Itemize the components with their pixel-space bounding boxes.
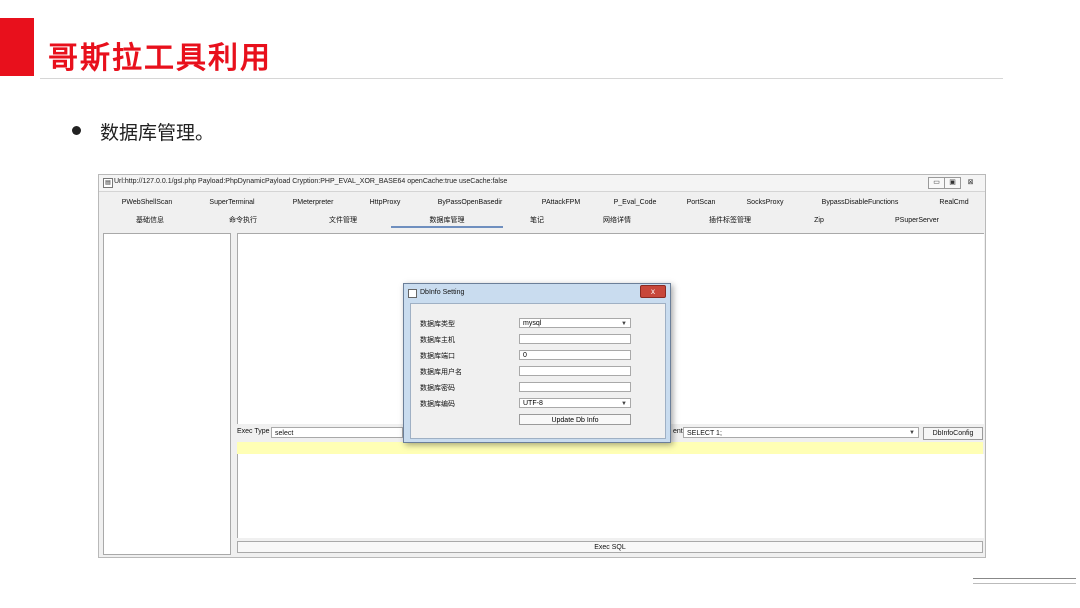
db-host-label: 数据库主机	[420, 337, 455, 344]
db-username-input[interactable]	[519, 366, 631, 376]
tab-bypassopenbasedir[interactable]: ByPassOpenBasedir	[425, 195, 515, 210]
title-accent-bar	[0, 18, 34, 76]
chevron-down-icon: ▼	[621, 401, 627, 407]
tab-file-manager[interactable]: 文件管理	[305, 213, 381, 228]
sql-input[interactable]: SELECT 1; ▼	[683, 427, 919, 438]
minimize-icon[interactable]: ▭	[928, 177, 945, 189]
chevron-down-icon: ▼	[621, 321, 627, 327]
maximize-icon[interactable]: ▣	[944, 177, 961, 189]
tab-socksproxy[interactable]: SocksProxy	[735, 195, 795, 210]
sql-label: ent	[673, 428, 683, 435]
db-host-input[interactable]	[519, 334, 631, 344]
tab-portscan[interactable]: PortScan	[673, 195, 729, 210]
plugin-tab-bar: PWebShellScan SuperTerminal PMeterpreter…	[99, 195, 983, 210]
sql-value: SELECT 1;	[687, 430, 722, 437]
bullet-text: 数据库管理。	[100, 122, 215, 144]
tab-database-manager[interactable]: 数据库管理	[391, 213, 503, 228]
bullet-icon	[72, 126, 81, 135]
tab-p-eval-code[interactable]: P_Eval_Code	[601, 195, 669, 210]
chevron-down-icon: ▼	[909, 430, 915, 436]
db-username-label: 数据库用户名	[420, 369, 462, 376]
window-title: Url:http://127.0.0.1/gsl.php Payload:Php…	[114, 178, 508, 185]
tab-zip[interactable]: Zip	[799, 213, 839, 228]
dialog-icon	[408, 289, 417, 298]
dialog-body: 数据库类型 mysql ▼ 数据库主机 数据库端口 0 数据库用户名 数据库密码…	[410, 303, 666, 439]
db-charset-select[interactable]: UTF-8 ▼	[519, 398, 631, 408]
tab-pwebshellscan[interactable]: PWebShellScan	[107, 195, 187, 210]
close-icon[interactable]: ⊠	[962, 177, 979, 189]
db-type-value: mysql	[523, 320, 542, 327]
sql-output-area[interactable]	[237, 454, 984, 538]
dbinfo-config-button[interactable]: DbInfoConfig	[923, 427, 983, 440]
main-tab-bar: 基础信息 命令执行 文件管理 数据库管理 笔记 网络详情 插件标签管理 Zip …	[99, 213, 983, 228]
tab-pmeterpreter[interactable]: PMeterpreter	[275, 195, 351, 210]
db-password-label: 数据库密码	[420, 385, 455, 392]
db-port-label: 数据库端口	[420, 353, 455, 360]
db-port-input[interactable]: 0	[519, 350, 631, 360]
db-type-select[interactable]: mysql ▼	[519, 318, 631, 328]
db-charset-label: 数据库编码	[420, 401, 455, 408]
exec-type-select[interactable]: select ▼	[271, 427, 408, 438]
footer-divider	[973, 578, 1076, 584]
tab-basic-info[interactable]: 基础信息	[113, 213, 187, 228]
slide-title: 哥斯拉工具利用	[48, 41, 272, 76]
close-icon[interactable]: x	[640, 285, 666, 298]
window-titlebar: ▤ Url:http://127.0.0.1/gsl.php Payload:P…	[99, 175, 985, 192]
update-db-info-button[interactable]: Update Db Info	[519, 414, 631, 425]
title-divider	[40, 78, 1003, 79]
tab-notes[interactable]: 笔记	[509, 213, 565, 228]
exec-type-label: Exec Type	[237, 428, 270, 435]
dialog-title: DbInfo Setting	[420, 289, 465, 296]
dbinfo-setting-dialog: DbInfo Setting x 数据库类型 mysql ▼ 数据库主机 数据库…	[403, 283, 671, 443]
database-tree-panel[interactable]	[103, 233, 231, 555]
tab-command-exec[interactable]: 命令执行	[205, 213, 281, 228]
tab-pattackfpm[interactable]: PAttackFPM	[527, 195, 595, 210]
tab-plugin-tag-manager[interactable]: 插件标签管理	[685, 213, 775, 228]
db-password-input[interactable]	[519, 382, 631, 392]
db-charset-value: UTF-8	[523, 400, 543, 407]
tab-psuperserver[interactable]: PSuperServer	[875, 213, 959, 228]
tab-realcmd[interactable]: RealCmd	[929, 195, 979, 210]
tab-superterminal[interactable]: SuperTerminal	[194, 195, 270, 210]
exec-type-value: select	[275, 430, 294, 437]
highlight-status-bar	[237, 442, 983, 454]
tab-bypassdisablefunctions[interactable]: BypassDisableFunctions	[805, 195, 915, 210]
tab-httpproxy[interactable]: HttpProxy	[355, 195, 415, 210]
tab-network-details[interactable]: 网络详情	[585, 213, 649, 228]
window-icon: ▤	[103, 178, 113, 188]
exec-sql-button[interactable]: Exec SQL	[237, 541, 983, 553]
db-type-label: 数据库类型	[420, 321, 455, 328]
